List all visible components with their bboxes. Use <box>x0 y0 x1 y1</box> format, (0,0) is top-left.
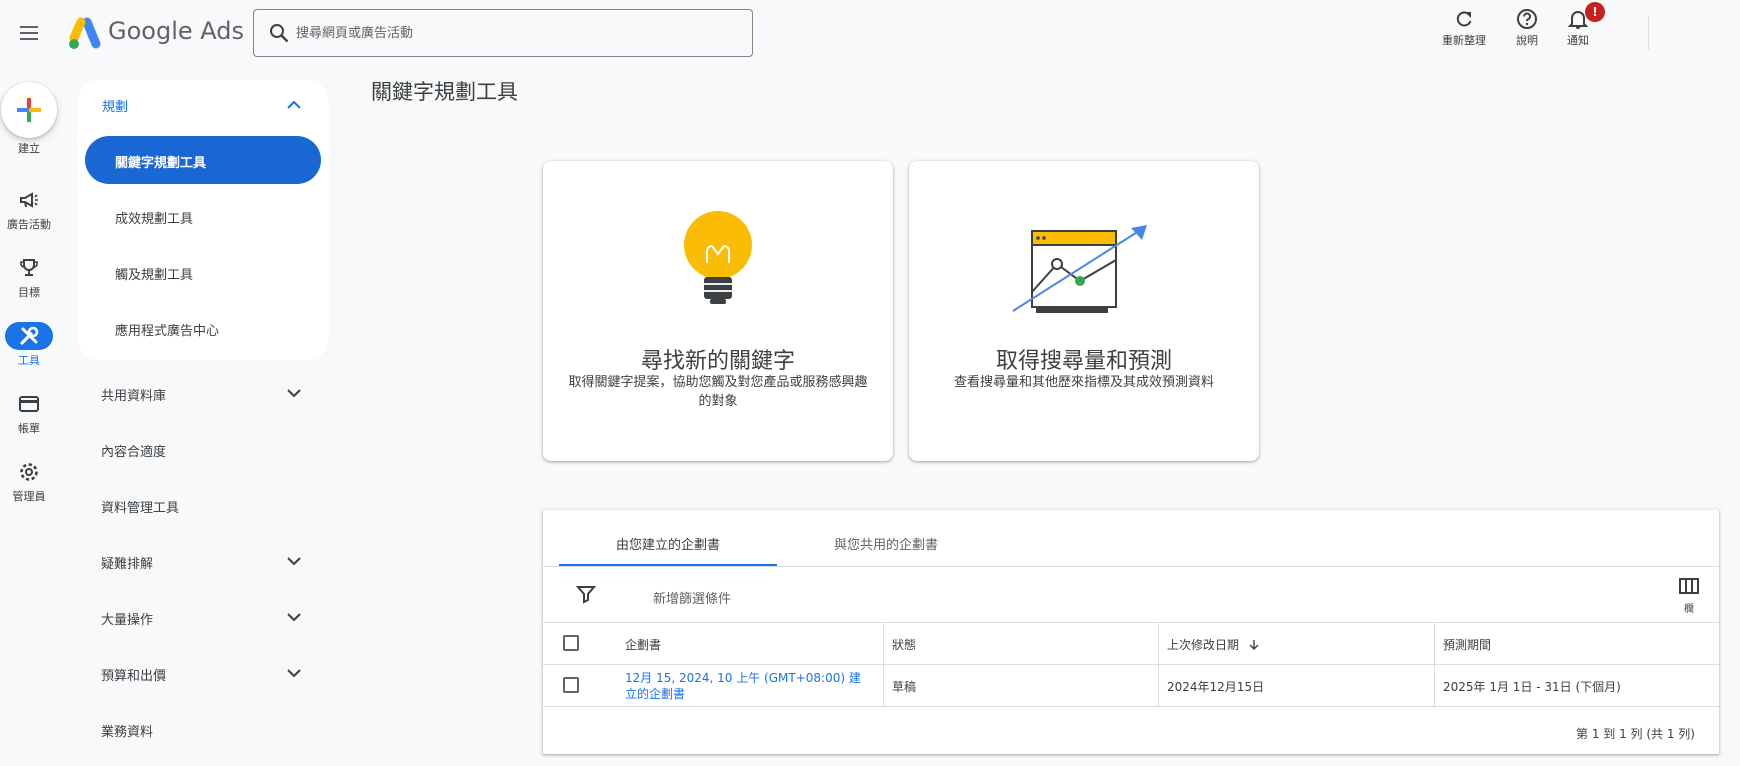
rail-campaigns[interactable]: 廣告活動 <box>0 186 58 232</box>
card-description: 查看搜尋量和其他歷來指標及其成效預測資料 <box>953 375 1214 390</box>
gear-icon <box>20 463 38 481</box>
columns-button[interactable]: 欄 <box>1677 578 1701 615</box>
nav-item-performance-planner[interactable]: 成效規劃工具 <box>85 192 321 240</box>
columns-icon <box>1679 578 1699 594</box>
help-button[interactable]: 說明 <box>1512 8 1542 58</box>
chevron-up-icon <box>287 100 301 109</box>
tab-created-by-you[interactable]: 由您建立的企劃書 <box>559 510 777 567</box>
nav-item-troubleshooting[interactable]: 疑難排解 <box>78 541 329 581</box>
add-filter-button[interactable]: 新增篩選條件 <box>653 588 731 607</box>
nav-item-content-suitability[interactable]: 內容合適度 <box>78 429 329 469</box>
nav-item-shared-library[interactable]: 共用資料庫 <box>78 373 329 413</box>
megaphone-icon <box>20 192 38 208</box>
credit-card-icon <box>19 396 39 412</box>
column-header-plan[interactable]: 企劃書 <box>625 636 661 653</box>
notifications-button[interactable]: ! 通知 <box>1563 2 1605 58</box>
search-box[interactable] <box>253 9 753 57</box>
rail-tools-label: 工具 <box>18 354 40 367</box>
top-bar: Google Ads 重新整理 說明 ! 通知 <box>0 0 1740 66</box>
tab-label: 與您共用的企劃書 <box>833 538 938 553</box>
chevron-down-icon <box>287 557 301 566</box>
card-description: 取得關鍵字提案，協助您觸及對您產品或服務感興趣的對象 <box>568 375 868 409</box>
nav-item-label: 觸及規劃工具 <box>115 268 194 283</box>
nav-item-label: 預算和出價 <box>101 669 167 684</box>
plan-status: 草稿 <box>892 680 917 694</box>
nav-item-reach-planner[interactable]: 觸及規劃工具 <box>85 248 321 296</box>
nav-item-label: 大量操作 <box>101 613 154 628</box>
forecast-chart-icon <box>1012 225 1147 313</box>
chevron-down-icon <box>287 669 301 678</box>
rail-admin[interactable]: 管理員 <box>0 458 58 504</box>
tools-icon <box>20 326 39 345</box>
plan-forecast-period: 2025年 1月 1日 - 31日 (下個月) <box>1443 680 1621 694</box>
nav-item-business-data[interactable]: 業務資料 <box>78 709 329 749</box>
notifications-label: 通知 <box>1567 34 1589 47</box>
nav-section-planning[interactable]: 規劃 <box>78 80 329 130</box>
plans-panel: 由您建立的企劃書 與您共用的企劃書 新增篩選條件 欄 企劃書 狀態 上次修改日期… <box>543 510 1719 754</box>
planning-nav-card: 規劃 關鍵字規劃工具 成效規劃工具 觸及規劃工具 應用程式廣告中心 <box>78 80 329 360</box>
refresh-label: 重新整理 <box>1442 34 1486 47</box>
nav-item-label: 內容合適度 <box>101 445 167 460</box>
tab-shared-with-you[interactable]: 與您共用的企劃書 <box>777 510 995 567</box>
nav-item-label: 疑難排解 <box>101 557 154 572</box>
refresh-button[interactable]: 重新整理 <box>1437 8 1491 58</box>
help-icon <box>1517 9 1537 29</box>
rail-goals-label: 目標 <box>18 286 40 299</box>
menu-icon[interactable] <box>14 18 44 48</box>
brand-name: Google Ads <box>108 17 244 45</box>
nav-item-app-advertising-hub[interactable]: 應用程式廣告中心 <box>85 304 321 352</box>
google-ads-logo-icon <box>64 14 104 54</box>
nav-item-label: 關鍵字規劃工具 <box>115 156 207 171</box>
card-title: 尋找新的關鍵字 <box>640 349 795 374</box>
rail-tools[interactable]: 工具 <box>0 322 58 368</box>
chevron-down-icon <box>287 389 301 398</box>
notification-badge: ! <box>1585 2 1605 22</box>
column-header-forecast-period[interactable]: 預測期間 <box>1443 636 1491 653</box>
discover-keywords-card[interactable]: 尋找新的關鍵字 取得關鍵字提案，協助您觸及對您產品或服務感興趣的對象 <box>543 161 893 461</box>
column-header-label: 上次修改日期 <box>1167 638 1240 652</box>
plus-icon <box>17 98 41 122</box>
nav-item-label: 應用程式廣告中心 <box>115 324 220 339</box>
nav-item-data-manager[interactable]: 資料管理工具 <box>78 485 329 525</box>
card-title: 取得搜尋量和預測 <box>995 349 1172 374</box>
rail-goals[interactable]: 目標 <box>0 254 58 300</box>
search-input[interactable] <box>296 18 736 48</box>
arrow-down-icon <box>1249 640 1259 650</box>
select-all-checkbox[interactable] <box>563 635 579 651</box>
rail-billing-label: 帳單 <box>18 422 40 435</box>
filter-icon[interactable] <box>576 584 596 604</box>
chevron-down-icon <box>287 613 301 622</box>
row-checkbox[interactable] <box>563 677 579 693</box>
rail-billing[interactable]: 帳單 <box>0 390 58 436</box>
nav-item-bulk-actions[interactable]: 大量操作 <box>78 597 329 637</box>
search-icon <box>268 22 290 44</box>
tab-label: 由您建立的企劃書 <box>615 538 720 553</box>
create-button[interactable] <box>1 82 57 138</box>
nav-item-label: 資料管理工具 <box>101 501 180 516</box>
rail-create[interactable]: 建立 <box>0 82 58 156</box>
plan-last-modified: 2024年12月15日 <box>1167 680 1265 694</box>
columns-label: 欄 <box>1684 604 1694 615</box>
nav-item-label: 共用資料庫 <box>101 389 167 404</box>
rail-create-label: 建立 <box>18 142 40 155</box>
nav-item-keyword-planner[interactable]: 關鍵字規劃工具 <box>85 136 321 184</box>
help-label: 說明 <box>1516 34 1538 47</box>
page-title: 關鍵字規劃工具 <box>371 80 518 104</box>
nav-item-label: 成效規劃工具 <box>115 212 194 227</box>
column-header-last-modified[interactable]: 上次修改日期 <box>1167 636 1261 653</box>
nav-section-planning-label: 規劃 <box>102 100 129 115</box>
nav-item-label: 業務資料 <box>101 725 154 740</box>
column-header-status[interactable]: 狀態 <box>892 636 916 653</box>
nav-item-budgets-and-bidding[interactable]: 預算和出價 <box>78 653 329 693</box>
topbar-divider <box>1648 16 1649 50</box>
lightbulb-icon <box>684 211 752 304</box>
refresh-icon <box>1456 11 1472 27</box>
rail-campaigns-label: 廣告活動 <box>7 218 51 231</box>
trophy-icon <box>20 259 38 276</box>
pagination-summary: 第 1 到 1 列 (共 1 列) <box>1576 727 1695 741</box>
rail-admin-label: 管理員 <box>12 490 46 503</box>
search-volume-forecast-card[interactable]: 取得搜尋量和預測 查看搜尋量和其他歷來指標及其成效預測資料 <box>909 161 1259 461</box>
plan-name-link[interactable]: 12月 15, 2024, 10 上午 (GMT+08:00) 建立的企劃書 <box>625 670 865 702</box>
